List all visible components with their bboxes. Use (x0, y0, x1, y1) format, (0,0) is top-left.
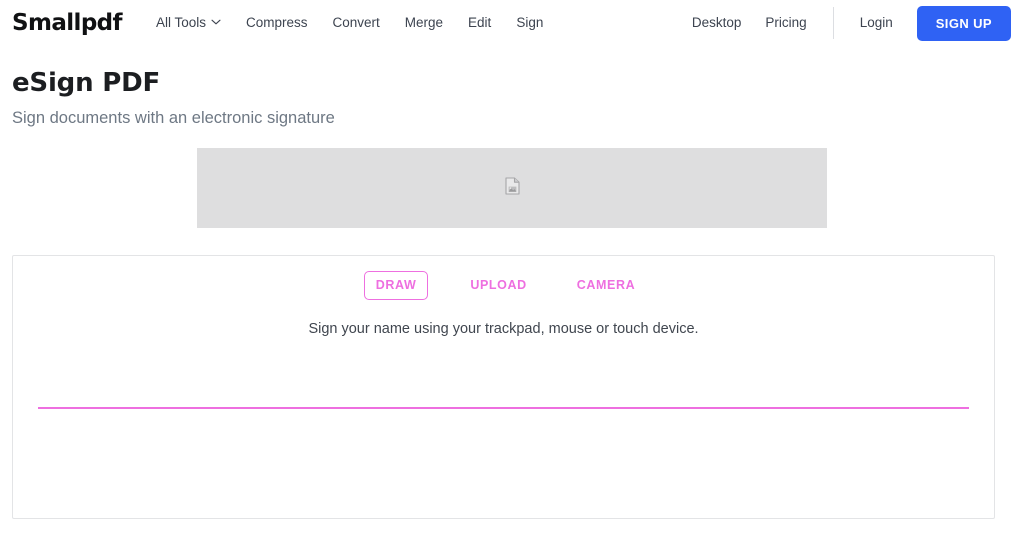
document-preview-row (0, 148, 1024, 229)
page-subtitle: Sign documents with an electronic signat… (12, 108, 335, 127)
nav-item-sign[interactable]: Sign (516, 16, 543, 30)
top-navigation-bar: Smallpdf All Tools Compress Convert Merg… (0, 0, 1024, 47)
secondary-nav-links: Desktop Pricing Login SIGN UP (692, 5, 1024, 41)
chevron-down-icon (211, 17, 221, 27)
nav-item-compress[interactable]: Compress (246, 16, 308, 30)
page-header: eSign PDF Sign documents with an electro… (0, 47, 1024, 128)
nav-item-edit[interactable]: Edit (468, 16, 491, 30)
signature-draw-canvas[interactable] (13, 256, 994, 518)
signature-panel: DRAW UPLOAD CAMERA Sign your name using … (12, 255, 995, 519)
nav-item-sign-label: Sign (516, 15, 544, 31)
nav-item-all-tools-label: All Tools (155, 15, 206, 31)
document-preview-placeholder[interactable] (197, 148, 827, 229)
nav-item-edit-label: Edit (468, 15, 492, 31)
nav-item-pricing-label: Pricing (765, 15, 807, 31)
nav-item-convert[interactable]: Convert (333, 16, 380, 30)
page-title: eSign PDF (12, 68, 161, 98)
nav-item-convert-label: Convert (332, 15, 380, 31)
nav-item-merge[interactable]: Merge (405, 16, 443, 30)
nav-item-desktop[interactable]: Desktop (692, 16, 742, 30)
nav-item-compress-label: Compress (245, 15, 308, 31)
smallpdf-logo[interactable]: Smallpdf (12, 11, 123, 35)
signature-baseline (38, 407, 969, 409)
sign-up-button[interactable]: SIGN UP (916, 5, 1011, 41)
primary-nav-links: All Tools Compress Convert Merge Edit Si… (156, 16, 543, 30)
nav-item-pricing[interactable]: Pricing (765, 16, 806, 30)
nav-item-all-tools[interactable]: All Tools (156, 16, 221, 30)
nav-divider (832, 7, 834, 39)
document-icon (504, 177, 520, 200)
login-link[interactable]: Login (860, 16, 893, 30)
nav-item-merge-label: Merge (404, 15, 444, 31)
nav-item-desktop-label: Desktop (691, 15, 742, 31)
